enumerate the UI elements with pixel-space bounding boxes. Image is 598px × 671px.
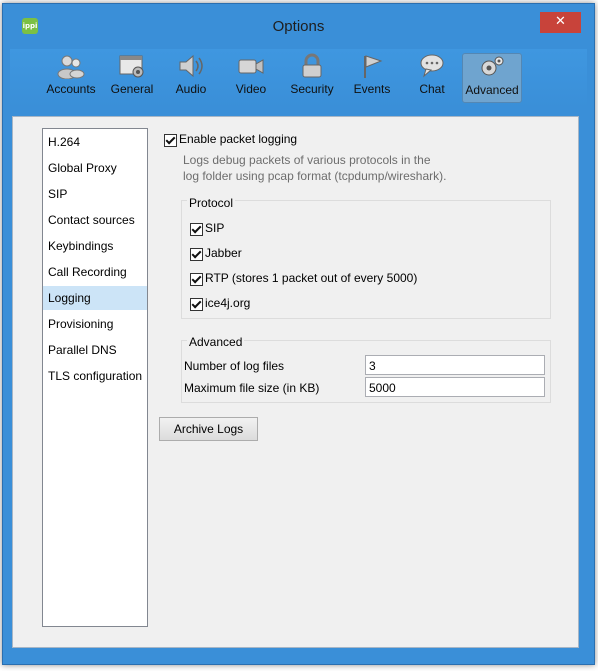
protocol-sip-label: SIP	[205, 221, 225, 235]
logging-description-line2: log folder using pcap format (tcpdump/wi…	[183, 169, 447, 183]
general-icon	[119, 55, 144, 78]
events-icon	[364, 55, 383, 78]
sidebar-item-sip[interactable]: SIP	[43, 182, 147, 206]
sidebar-item-h264[interactable]: H.264	[43, 130, 147, 154]
tab-audio-label: Audio	[175, 82, 207, 96]
tab-chat[interactable]: Chat	[412, 53, 452, 101]
protocol-ice4j-label: ice4j.org	[205, 296, 251, 310]
number-of-log-files-input[interactable]: 3	[365, 355, 545, 375]
protocol-ice4j-checkbox[interactable]	[190, 298, 203, 311]
tab-audio[interactable]: Audio	[170, 53, 212, 101]
protocol-jabber-label: Jabber	[205, 246, 242, 260]
max-file-size-label: Maximum file size (in KB)	[184, 381, 320, 395]
accounts-icon	[57, 55, 85, 79]
video-icon	[238, 59, 264, 74]
tab-advanced[interactable]: Advanced	[462, 53, 522, 103]
max-file-size-input[interactable]: 5000	[365, 377, 545, 397]
sidebar-item-call-recording[interactable]: Call Recording	[43, 260, 147, 284]
tab-general-label: General	[110, 82, 154, 96]
content-panel: H.264 Global Proxy SIP Contact sources K…	[12, 116, 579, 648]
tab-video-label: Video	[235, 82, 267, 96]
tab-chat-label: Chat	[419, 82, 445, 96]
enable-packet-logging-label: Enable packet logging	[179, 132, 298, 146]
sidebar-item-contact-sources[interactable]: Contact sources	[43, 208, 147, 232]
number-of-log-files-label: Number of log files	[184, 359, 285, 373]
sidebar-item-logging[interactable]: Logging	[43, 286, 147, 310]
options-window: ippi Options ✕ Accounts General Audio Vi…	[2, 3, 595, 665]
options-toolbar: Accounts General Audio Video Security Ev…	[10, 49, 587, 107]
close-button[interactable]: ✕	[540, 12, 581, 33]
audio-icon	[179, 54, 203, 78]
protocol-rtp-label: RTP (stores 1 packet out of every 5000)	[205, 271, 418, 285]
sidebar-item-global-proxy[interactable]: Global Proxy	[43, 156, 147, 180]
tab-events[interactable]: Events	[351, 53, 393, 101]
sidebar-item-provisioning[interactable]: Provisioning	[43, 312, 147, 336]
advanced-sidebar-list[interactable]: H.264 Global Proxy SIP Contact sources K…	[42, 128, 148, 627]
archive-logs-button[interactable]: Archive Logs	[159, 417, 258, 441]
enable-packet-logging-checkbox[interactable]	[164, 134, 177, 147]
sidebar-item-keybindings[interactable]: Keybindings	[43, 234, 147, 258]
title-bar[interactable]: ippi Options ✕	[3, 4, 594, 49]
tab-general[interactable]: General	[108, 53, 156, 101]
advanced-group-title: Advanced	[187, 335, 245, 349]
tab-security[interactable]: Security	[289, 53, 335, 101]
protocol-group-title: Protocol	[187, 196, 236, 210]
tab-video[interactable]: Video	[230, 53, 272, 101]
sidebar-item-parallel-dns[interactable]: Parallel DNS	[43, 338, 147, 362]
security-icon	[302, 53, 322, 78]
tab-accounts[interactable]: Accounts	[42, 53, 100, 101]
tab-events-label: Events	[353, 82, 391, 96]
logging-description-line1: Logs debug packets of various protocols …	[183, 153, 431, 167]
window-title: Options	[272, 18, 325, 35]
protocol-jabber-checkbox[interactable]	[190, 248, 203, 261]
chat-icon	[420, 54, 444, 78]
protocol-sip-checkbox[interactable]	[190, 223, 203, 236]
tab-advanced-label: Advanced	[465, 83, 519, 97]
advanced-icon	[481, 56, 504, 76]
tab-accounts-label: Accounts	[46, 82, 96, 96]
sidebar-item-tls-configuration[interactable]: TLS configuration	[43, 364, 147, 388]
tab-security-label: Security	[290, 82, 334, 96]
protocol-rtp-checkbox[interactable]	[190, 273, 203, 286]
